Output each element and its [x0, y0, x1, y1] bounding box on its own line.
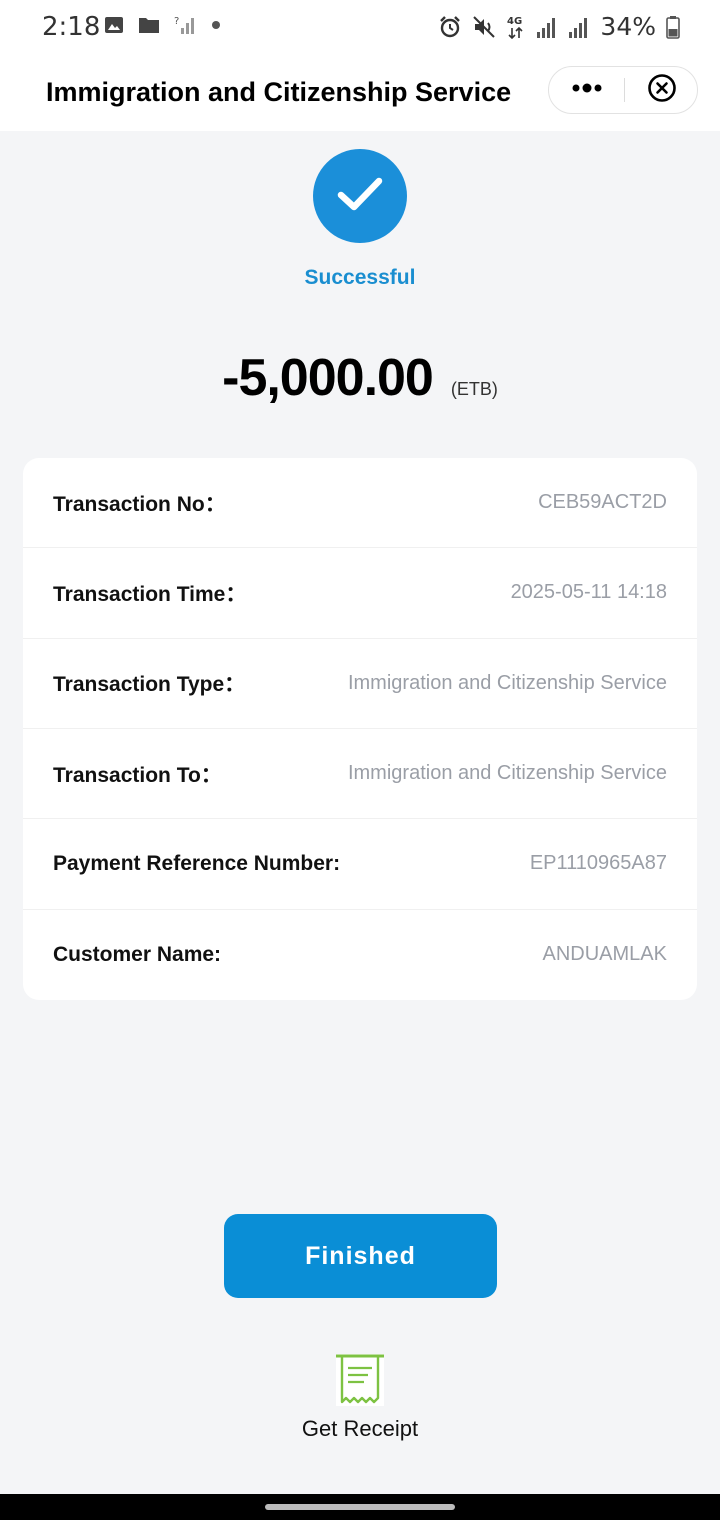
home-handle[interactable]: [265, 1504, 455, 1510]
battery-percent: 34%: [600, 12, 656, 41]
amount-value: -5,000.00: [222, 349, 434, 407]
detail-value: Immigration and Citizenship Service: [347, 762, 667, 785]
status-right-icons: 4G 34%: [438, 12, 680, 41]
alarm-icon: [438, 15, 462, 39]
app-header: Immigration and Citizenship Service: [0, 55, 720, 131]
image-icon: [104, 15, 124, 35]
status-time: 2:18: [42, 12, 101, 42]
receipt-icon: [334, 1352, 386, 1413]
detail-row-payment-reference: Payment Reference Number: EP1110965A87: [23, 819, 697, 910]
detail-row-transaction-to: Transaction To： Immigration and Citizens…: [23, 729, 697, 820]
success-badge: [313, 149, 407, 243]
finished-button[interactable]: Finished: [224, 1214, 497, 1298]
battery-icon: [666, 15, 680, 39]
receipt-label: Get Receipt: [301, 1416, 419, 1441]
page-title: Immigration and Citizenship Service: [46, 77, 512, 107]
signal-icon: [568, 15, 590, 39]
mini-program-capsule: [548, 66, 698, 114]
check-icon: [335, 174, 385, 219]
detail-label: Transaction Type：: [53, 673, 246, 697]
svg-text:4G: 4G: [507, 16, 522, 27]
more-button[interactable]: [549, 67, 624, 113]
detail-label: Transaction To：: [53, 763, 222, 787]
network-4g-icon: 4G: [506, 14, 526, 40]
folder-icon: [138, 15, 160, 35]
detail-label: Transaction No：: [53, 492, 226, 516]
detail-row-transaction-time: Transaction Time： 2025-05-11 14:18: [23, 548, 697, 639]
svg-text:?: ?: [174, 16, 179, 27]
detail-value: 2025-05-11 14:18: [510, 581, 667, 604]
detail-row-transaction-no: Transaction No： CEB59ACT2D: [23, 458, 697, 549]
detail-value: CEB59ACT2D: [538, 491, 667, 514]
detail-label: Transaction Time：: [53, 582, 247, 606]
detail-value: ANDUAMLAK: [542, 943, 667, 966]
detail-value: EP1110965A87: [529, 852, 667, 875]
detail-value: Immigration and Citizenship Service: [347, 671, 667, 694]
amount-row: -5,000.00 (ETB): [0, 348, 720, 408]
get-receipt-button[interactable]: Get Receipt: [260, 1352, 460, 1448]
more-dots-icon: [571, 81, 603, 99]
signal-question-icon: ?: [174, 14, 196, 36]
status-bar: 2:18 ? 4G 34%: [0, 0, 720, 55]
detail-row-customer-name: Customer Name: ANDUAMLAK: [23, 910, 697, 1000]
detail-label: Customer Name:: [53, 942, 222, 966]
signal-icon: [536, 15, 558, 39]
amount-currency: (ETB): [450, 379, 498, 399]
system-nav-bar: [0, 1494, 720, 1520]
status-left-icons: ?: [104, 14, 222, 36]
dot-icon: [210, 19, 222, 31]
close-button[interactable]: [625, 67, 698, 113]
close-circle-icon: [647, 73, 677, 108]
detail-row-transaction-type: Transaction Type： Immigration and Citize…: [23, 639, 697, 729]
detail-label: Payment Reference Number:: [53, 851, 341, 875]
status-text: Successful: [304, 266, 416, 289]
transaction-details-card: Transaction No： CEB59ACT2D Transaction T…: [23, 458, 697, 1000]
mute-icon: [472, 15, 496, 39]
